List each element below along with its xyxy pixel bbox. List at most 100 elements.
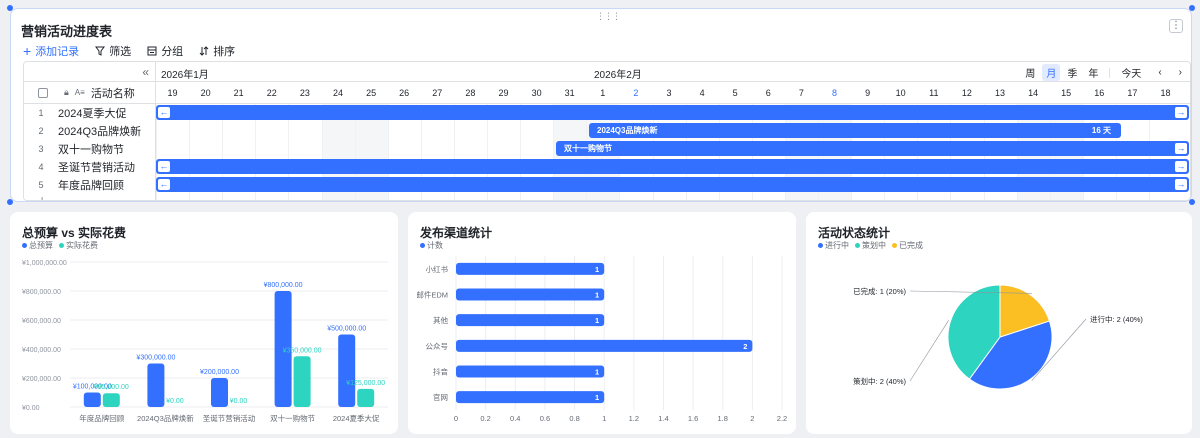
view-year[interactable]: 年 (1084, 64, 1102, 81)
day-label: 9 (865, 88, 871, 98)
data-label: ¥95,000.00 (94, 384, 129, 391)
x-tick-label: 圣诞节营销活动 (203, 413, 256, 423)
record-list-top: « (24, 62, 155, 82)
record-name: 圣诞节营销活动 (58, 162, 135, 174)
chevron-right-icon[interactable]: › (1175, 66, 1186, 79)
budget-card: 总预算 vs 实际花费 总预算 实际花费 ¥0.00 ¥200,000.00 ¥40… (10, 212, 398, 434)
day-label: 22 (266, 88, 277, 98)
day-label: 4 (699, 88, 705, 98)
day-label: 10 (895, 88, 906, 98)
resize-handle[interactable] (7, 5, 13, 11)
add-row-icon[interactable]: + (24, 193, 155, 200)
view-month[interactable]: 月 (1042, 64, 1061, 81)
sort-button[interactable]: 排序 (199, 43, 235, 59)
bar-count[interactable] (456, 262, 605, 275)
data-label: 1 (595, 316, 599, 325)
record-row[interactable]: 2 2024Q3品牌焕新 (24, 122, 155, 140)
data-label: ¥0.00 (230, 398, 248, 405)
divider (1109, 67, 1111, 78)
gantt-bar[interactable]: ← → (156, 159, 1189, 174)
more-menu-icon[interactable]: ⋮ (1169, 19, 1183, 33)
bar-count[interactable] (456, 391, 605, 404)
gantt-card: ⋮⋮⋮ 营销活动进度表 ⋮ + 添加记录 筛选 分组 排序 « 🔒︎ A≡ 活动… (10, 8, 1192, 202)
bar-count[interactable] (456, 314, 605, 327)
gantt-bar[interactable]: 2024Q3品牌焕新 16 天 (589, 123, 1121, 138)
select-all-checkbox[interactable] (38, 87, 48, 98)
record-list: « 🔒︎ A≡ 活动名称 1 2024夏季大促 2 2024Q3品牌焕新 3 双十一购物节… (24, 62, 156, 200)
resize-handle[interactable] (1189, 199, 1195, 205)
day-label: 27 (432, 88, 443, 98)
view-week[interactable]: 周 (1021, 64, 1039, 81)
bar-count[interactable] (456, 288, 605, 301)
day-label: 11 (929, 88, 939, 98)
group-button[interactable]: 分组 (147, 43, 183, 59)
y-tick-label: 抖音 (433, 367, 448, 377)
y-tick-label: ¥800,000.00 (22, 289, 61, 296)
slice-label: 进行中: 2 (40%) (1090, 314, 1143, 324)
arrow-right-icon[interactable]: → (1175, 143, 1187, 154)
day-label: 18 (1160, 88, 1171, 98)
gantt-title: 营销活动进度表 (21, 24, 113, 39)
view-quarter[interactable]: 季 (1063, 64, 1081, 81)
bar-budget[interactable] (147, 363, 165, 408)
record-row[interactable]: 4 圣诞节营销活动 (24, 158, 155, 176)
data-label: ¥800,000.00 (264, 282, 303, 289)
bar-duration: 16 天 (1091, 126, 1111, 135)
bar-count[interactable] (456, 339, 753, 352)
today-button[interactable]: 今天 (1117, 64, 1145, 81)
data-label: ¥500,000.00 (327, 326, 366, 333)
arrow-right-icon[interactable]: → (1175, 107, 1187, 118)
status-chart: 进行中: 2 (40%) 策划中: 2 (40%) 已完成: 1 (20%) (853, 284, 1143, 390)
bar-count[interactable] (456, 365, 605, 378)
arrow-right-icon[interactable]: → (1175, 179, 1187, 190)
arrow-left-icon[interactable]: ← (158, 107, 170, 118)
day-label: 8 (831, 88, 837, 98)
record-row[interactable]: 3 双十一购物节 (24, 140, 155, 158)
arrow-right-icon[interactable]: → (1175, 161, 1187, 172)
chevron-left-icon[interactable]: ‹ (1154, 66, 1165, 79)
resize-handle[interactable] (7, 199, 13, 205)
x-tick-label: 2024夏季大促 (333, 413, 380, 423)
timeline: 2026年1月 2026年2月 周 月 季 年 今天 ‹ › 19 20 21 22 2… (156, 62, 1190, 200)
bar-budget[interactable] (83, 392, 101, 408)
month-header: 2026年1月 2026年2月 周 月 季 年 今天 ‹ › (156, 62, 1190, 82)
day-label: 15 (1061, 88, 1072, 98)
add-record-button[interactable]: + 添加记录 (23, 43, 79, 59)
x-tick-label: 2024Q3品牌焕新 (137, 413, 194, 423)
channels-card: 发布渠道统计 计数 0 0.2 0.4 0.6 0.8 1 1.2 1.4 1.6 1.8 2 2.2… (408, 212, 796, 434)
arrow-left-icon[interactable]: ← (158, 179, 170, 190)
bar-actual[interactable] (102, 393, 120, 407)
arrow-left-icon[interactable]: ← (158, 161, 170, 172)
x-tick-label: 1.4 (658, 414, 668, 423)
x-tick-label: 0 (454, 414, 458, 423)
text-field-icon: A≡ (74, 88, 85, 97)
day-label: 13 (994, 88, 1005, 98)
field-header-label[interactable]: 活动名称 (91, 85, 135, 101)
day-label: 29 (498, 88, 509, 98)
bar-actual[interactable] (293, 356, 311, 407)
record-name: 年度品牌回顾 (58, 180, 124, 192)
gantt-bar[interactable]: ← → (156, 177, 1189, 192)
data-label: ¥350,000.00 (283, 347, 322, 354)
bar-label: 双十一购物节 (564, 144, 612, 153)
month-label: 2026年2月 (594, 70, 642, 81)
record-row[interactable]: 1 2024夏季大促 (24, 104, 155, 122)
data-label: 1 (595, 393, 599, 402)
bar-budget[interactable] (211, 378, 228, 407)
filter-button[interactable]: 筛选 (95, 43, 131, 59)
drag-handle-icon[interactable]: ⋮⋮⋮ (596, 11, 621, 22)
resize-handle[interactable] (1189, 5, 1195, 11)
gantt-bar[interactable]: 双十一购物节 → (556, 141, 1189, 156)
gantt-bar[interactable]: ← → (156, 105, 1189, 120)
collapse-icon[interactable]: « (142, 65, 149, 79)
day-label: 5 (732, 88, 738, 98)
day-label: 1 (600, 88, 606, 98)
bar-actual[interactable] (357, 388, 375, 407)
bar-budget[interactable] (338, 334, 356, 408)
day-label: 19 (167, 88, 178, 98)
day-label: 7 (798, 88, 804, 98)
y-tick-label: 其他 (433, 315, 448, 325)
day-label: 25 (366, 88, 377, 98)
y-tick-label: ¥200,000.00 (22, 376, 61, 383)
row-number: 5 (38, 180, 44, 190)
